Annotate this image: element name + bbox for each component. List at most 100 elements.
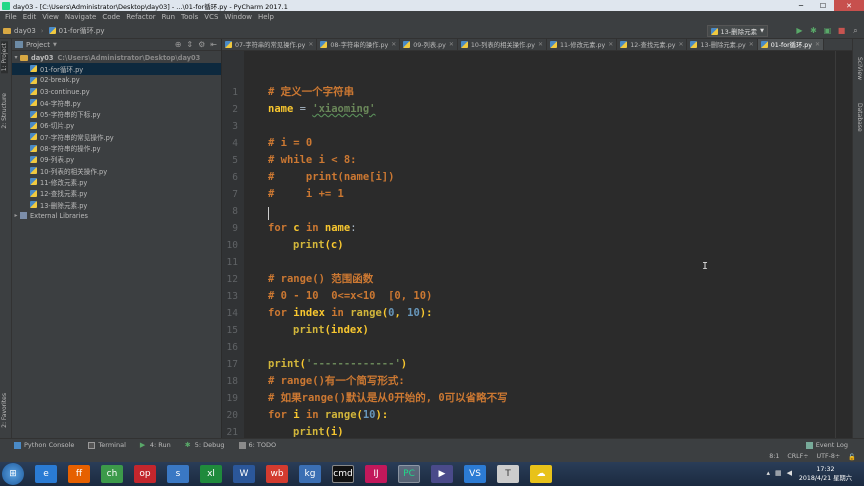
debug-tool[interactable]: ✱ 5: Debug <box>185 441 225 449</box>
settings-gear-icon[interactable]: ⚙ <box>198 40 205 49</box>
hide-panel-icon[interactable]: ⇤ <box>210 40 217 49</box>
tree-root-folder[interactable]: ▾ day03 C:\Users\Administrator\Desktop\d… <box>12 52 221 63</box>
menu-tools[interactable]: Tools <box>178 13 201 21</box>
taskbar-cmd-icon[interactable]: cmd <box>332 465 354 483</box>
editor-tab[interactable]: 13-删除元素.py ✕ <box>687 39 758 50</box>
event-log-tool[interactable]: Event Log <box>805 441 848 449</box>
menu-refactor[interactable]: Refactor <box>123 13 158 21</box>
tree-file-label: 05-字符串的下标.py <box>40 111 101 120</box>
tree-file-item[interactable]: 11-修改元素.py <box>12 176 221 187</box>
stop-button[interactable]: ■ <box>837 26 846 35</box>
run-with-coverage-button[interactable]: ▣ <box>823 26 832 35</box>
close-tab-icon[interactable]: ✕ <box>815 41 820 48</box>
tree-file-item[interactable]: 07-字符串的常见操作.py <box>12 131 221 142</box>
taskbar-kugou-icon[interactable]: kg <box>299 465 321 483</box>
project-view-selector[interactable]: Project <box>26 41 50 49</box>
taskbar-intellij-icon[interactable]: IJ <box>365 465 387 483</box>
minimize-button[interactable]: ─ <box>790 0 812 11</box>
taskbar-typora-icon[interactable]: T <box>497 465 519 483</box>
chevron-down-icon[interactable]: ▼ <box>53 42 57 48</box>
editor-tab[interactable]: 09-列表.py ✕ <box>400 39 458 50</box>
editor-tab[interactable]: 11-修改元素.py ✕ <box>547 39 618 50</box>
taskbar-cloud-icon[interactable]: ☁ <box>530 465 552 483</box>
python-console-tool[interactable]: Python Console <box>14 441 74 449</box>
editor-tab[interactable]: 10-列表的相关操作.py ✕ <box>458 39 548 50</box>
breadcrumb-file[interactable]: 01-for循环.py <box>46 26 108 36</box>
taskbar-opera-icon[interactable]: op <box>134 465 156 483</box>
taskbar-firefox-icon[interactable]: ff <box>68 465 90 483</box>
project-tool-tab[interactable]: 1: Project <box>1 41 8 74</box>
run-button[interactable]: ▶ <box>795 26 804 35</box>
menu-view[interactable]: View <box>39 13 62 21</box>
todo-tool[interactable]: 6: TODO <box>238 441 276 449</box>
run-tool[interactable]: ▶ 4: Run <box>140 441 171 449</box>
menu-run[interactable]: Run <box>159 13 178 21</box>
menu-code[interactable]: Code <box>99 13 123 21</box>
close-tab-icon[interactable]: ✕ <box>538 41 543 48</box>
taskbar-sogou-icon[interactable]: s <box>167 465 189 483</box>
expanded-arrow-icon[interactable]: ▾ <box>12 54 20 61</box>
collapsed-arrow-icon[interactable]: ▸ <box>12 212 20 219</box>
tree-file-item[interactable]: 06-切片.py <box>12 120 221 131</box>
editor-tab-active[interactable]: 01-for循环.py ✕ <box>757 39 825 50</box>
favorites-tool-tab[interactable]: 2: Favorites <box>1 391 8 430</box>
menu-vcs[interactable]: VCS <box>201 13 221 21</box>
file-encoding[interactable]: UTF-8÷ <box>817 453 841 460</box>
terminal-tool[interactable]: Terminal <box>88 441 126 449</box>
editor-tab[interactable]: 12-查找元素.py ✕ <box>617 39 688 50</box>
line-separator[interactable]: CRLF÷ <box>787 453 808 460</box>
close-tab-icon[interactable]: ✕ <box>391 41 396 48</box>
collapse-all-icon[interactable]: ⊕ <box>175 40 182 49</box>
tree-file-item[interactable]: 01-for循环.py <box>12 63 221 75</box>
database-tool-tab[interactable]: Database <box>856 103 863 132</box>
python-file-icon <box>690 41 698 48</box>
taskbar-vscode-icon[interactable]: VS <box>464 465 486 483</box>
tree-file-item[interactable]: 12-查找元素.py <box>12 188 221 199</box>
search-everywhere-icon[interactable]: ⌕ <box>851 26 860 35</box>
tree-file-item[interactable]: 13-删除元素.py <box>12 199 221 210</box>
tree-external-libraries[interactable]: ▸ External Libraries <box>12 210 221 221</box>
menu-navigate[interactable]: Navigate <box>62 13 99 21</box>
library-icon <box>20 212 27 220</box>
sciview-tool-tab[interactable]: SciView <box>856 57 863 80</box>
network-icon[interactable]: ▦ <box>775 469 782 477</box>
tree-file-item[interactable]: 08-字符串的操作.py <box>12 142 221 153</box>
structure-tool-tab[interactable]: 2: Structure <box>1 91 8 131</box>
volume-icon[interactable]: ◀ <box>787 469 792 477</box>
tree-file-item[interactable]: 04-字符串.py <box>12 97 221 108</box>
menu-file[interactable]: File <box>2 13 20 21</box>
menu-window[interactable]: Window <box>221 13 255 21</box>
taskbar-word-icon[interactable]: W <box>233 465 255 483</box>
taskbar-pycharm-icon[interactable]: PC <box>398 465 420 483</box>
close-tab-icon[interactable]: ✕ <box>308 41 313 48</box>
tree-file-item[interactable]: 05-字符串的下标.py <box>12 108 221 119</box>
tree-file-item[interactable]: 03-continue.py <box>12 86 221 97</box>
tree-file-item[interactable]: 09-列表.py <box>12 154 221 165</box>
taskbar-excel-icon[interactable]: xl <box>200 465 222 483</box>
lock-icon[interactable]: 🔓 <box>848 453 856 461</box>
caret-position[interactable]: 8:1 <box>769 453 779 460</box>
menu-edit[interactable]: Edit <box>20 13 40 21</box>
close-button[interactable]: ✕ <box>834 0 864 11</box>
editor-tab[interactable]: 08-字符串的操作.py ✕ <box>317 39 401 50</box>
menu-help[interactable]: Help <box>255 13 277 21</box>
taskbar-chrome-icon[interactable]: ch <box>101 465 123 483</box>
close-tab-icon[interactable]: ✕ <box>678 41 683 48</box>
scroll-from-source-icon[interactable]: ⇕ <box>186 40 193 49</box>
taskbar-ie-icon[interactable]: e <box>35 465 57 483</box>
close-tab-icon[interactable]: ✕ <box>608 41 613 48</box>
debug-button[interactable]: ✱ <box>809 26 818 35</box>
taskbar-player-icon[interactable]: ▶ <box>431 465 453 483</box>
tray-arrow-icon[interactable]: ▴ <box>766 469 770 477</box>
tree-file-item[interactable]: 02-break.py <box>12 75 221 86</box>
breadcrumb-folder[interactable]: day03 <box>0 27 39 35</box>
maximize-button[interactable]: ☐ <box>812 0 834 11</box>
system-clock[interactable]: 17:32 2018/4/21 星期六 <box>799 465 852 483</box>
editor-tab[interactable]: 07-字符串的常见操作.py ✕ <box>222 39 318 50</box>
run-configuration-select[interactable]: 13-删除元素 ▼ <box>706 25 768 37</box>
close-tab-icon[interactable]: ✕ <box>749 41 754 48</box>
close-tab-icon[interactable]: ✕ <box>449 41 454 48</box>
start-button[interactable]: ⊞ <box>2 463 24 485</box>
taskbar-weibo-icon[interactable]: wb <box>266 465 288 483</box>
tree-file-item[interactable]: 10-列表的相关操作.py <box>12 165 221 176</box>
